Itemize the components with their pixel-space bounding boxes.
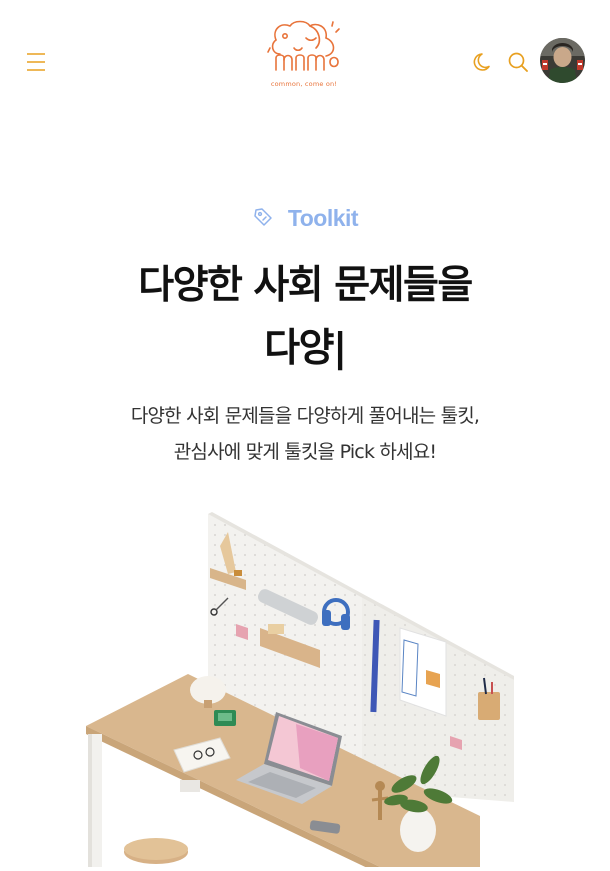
section-eyebrow: Toolkit <box>0 205 610 232</box>
pencil-tag-icon <box>252 206 274 232</box>
subtitle-line-1: 다양한 사회 문제들을 다양하게 풀어내는 툴킷, <box>130 405 480 427</box>
top-navigation-bar: common, come on! <box>0 0 610 125</box>
site-logo[interactable]: common, come on! <box>266 18 342 92</box>
logo-tagline: common, come on! <box>270 80 338 88</box>
headline-line-2: 다양| <box>264 326 347 371</box>
desk-workspace-illustration <box>0 500 610 871</box>
search-icon[interactable] <box>506 50 530 74</box>
subtitle-line-2: 관심사에 맞게 툴킷을 Pick 하세요! <box>173 441 437 463</box>
moon-icon[interactable] <box>472 50 496 74</box>
hamburger-menu-icon[interactable] <box>24 49 48 75</box>
logo-mark-icon <box>267 20 340 71</box>
hero-subtitle: 다양한 사회 문제들을 다양하게 풀어내는 툴킷, 관심사에 맞게 툴킷을 Pi… <box>0 398 610 470</box>
user-avatar[interactable] <box>540 38 585 83</box>
hero-headline: 다양한 사회 문제들을 다양| <box>0 254 610 380</box>
eyebrow-label: Toolkit <box>287 205 359 231</box>
headline-line-1: 다양한 사회 문제들을 <box>138 263 473 308</box>
